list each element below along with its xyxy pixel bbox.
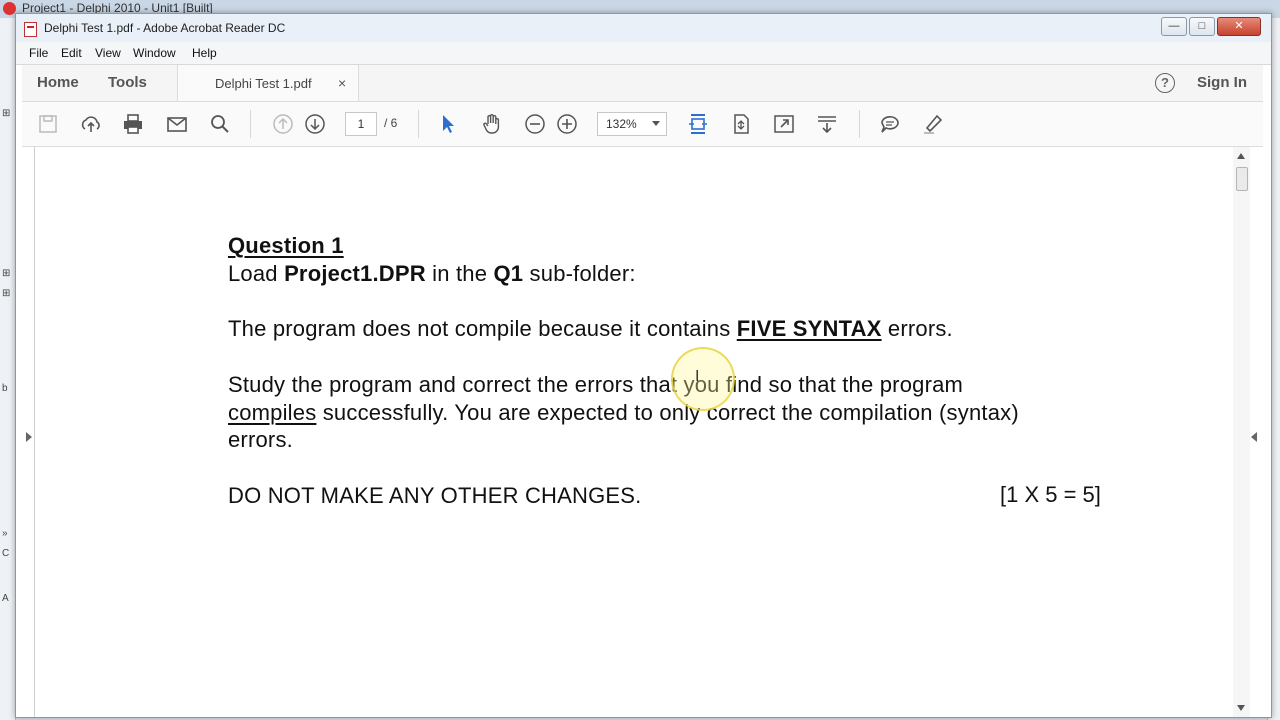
doc-line-no-changes: DO NOT MAKE ANY OTHER CHANGES. — [228, 483, 642, 508]
page-down-icon[interactable] — [303, 112, 327, 136]
help-icon[interactable]: ? — [1155, 73, 1175, 93]
mail-icon[interactable] — [165, 112, 189, 136]
menu-edit[interactable]: Edit — [61, 46, 82, 60]
menu-file[interactable]: File — [29, 46, 48, 60]
select-icon[interactable] — [436, 112, 460, 136]
scroll-up-icon[interactable] — [1237, 153, 1245, 159]
highlight-icon[interactable] — [921, 112, 945, 136]
doc-line-errors: errors. — [228, 427, 293, 452]
scroll-mode-icon[interactable] — [815, 112, 839, 136]
print-icon[interactable] — [121, 112, 145, 136]
page-number-input[interactable]: 1 — [345, 112, 377, 136]
window-title: Delphi Test 1.pdf - Adobe Acrobat Reader… — [44, 21, 286, 35]
search-icon[interactable] — [208, 112, 232, 136]
document-tab-label: Delphi Test 1.pdf — [215, 76, 312, 91]
zoom-value: 132% — [606, 117, 637, 131]
upload-icon[interactable] — [79, 112, 103, 136]
scroll-down-icon[interactable] — [1237, 705, 1245, 711]
page-up-icon[interactable] — [271, 112, 295, 136]
chevron-down-icon — [652, 121, 660, 126]
doc-line-compiles: compiles successfully. You are expected … — [228, 400, 1019, 425]
close-button[interactable]: ✕ — [1217, 17, 1261, 36]
menu-help[interactable]: Help — [192, 46, 217, 60]
pdf-page: Question 1 Load Project1.DPR in the Q1 s… — [34, 147, 1234, 717]
background-left-panel: ⊞ ⊞ ⊞ b » C A — [0, 18, 16, 720]
right-panel-toggle-icon[interactable] — [1251, 432, 1257, 442]
tab-tools[interactable]: Tools — [108, 74, 147, 91]
fullscreen-icon[interactable] — [772, 112, 796, 136]
tab-document[interactable]: Delphi Test 1.pdf × — [177, 65, 359, 101]
maximize-button[interactable]: □ — [1189, 17, 1215, 36]
toolbar: 1 / 6 132% — [22, 102, 1263, 147]
comment-icon[interactable] — [878, 112, 902, 136]
doc-line-compile: The program does not compile because it … — [228, 316, 953, 341]
hand-icon[interactable] — [480, 112, 504, 136]
zoom-out-icon[interactable] — [523, 112, 547, 136]
doc-line-study: Study the program and correct the errors… — [228, 372, 964, 397]
fit-width-icon[interactable] — [686, 112, 710, 136]
marks-allocation: [1 X 5 = 5] — [1000, 482, 1101, 507]
zoom-in-icon[interactable] — [555, 112, 579, 136]
menu-view[interactable]: View — [95, 46, 121, 60]
document-viewport[interactable]: Question 1 Load Project1.DPR in the Q1 s… — [22, 147, 1263, 717]
fit-page-icon[interactable] — [729, 112, 753, 136]
save-icon[interactable] — [36, 112, 60, 136]
tab-home[interactable]: Home — [37, 74, 79, 91]
left-panel-toggle-icon[interactable] — [26, 432, 32, 442]
menu-window[interactable]: Window — [133, 46, 176, 60]
minimize-button[interactable]: — — [1161, 17, 1187, 36]
text-cursor-icon: I — [695, 368, 700, 385]
close-tab-icon[interactable]: × — [338, 75, 346, 91]
vertical-scrollbar[interactable] — [1233, 147, 1250, 717]
acrobat-window: Delphi Test 1.pdf - Adobe Acrobat Reader… — [15, 13, 1272, 718]
tab-bar: Home Tools Delphi Test 1.pdf × ? Sign In — [22, 65, 1263, 102]
pdf-file-icon — [24, 22, 37, 37]
window-titlebar: Delphi Test 1.pdf - Adobe Acrobat Reader… — [16, 14, 1271, 42]
doc-line-load: Load Project1.DPR in the Q1 sub-folder: — [228, 261, 636, 286]
zoom-select[interactable]: 132% — [597, 112, 667, 136]
question-heading: Question 1 — [228, 233, 344, 258]
page-total: / 6 — [384, 116, 398, 130]
scroll-thumb[interactable] — [1236, 167, 1248, 191]
menu-bar: File Edit View Window Help — [16, 42, 1271, 65]
cursor-highlight — [671, 347, 735, 411]
sign-in-button[interactable]: Sign In — [1197, 74, 1247, 91]
